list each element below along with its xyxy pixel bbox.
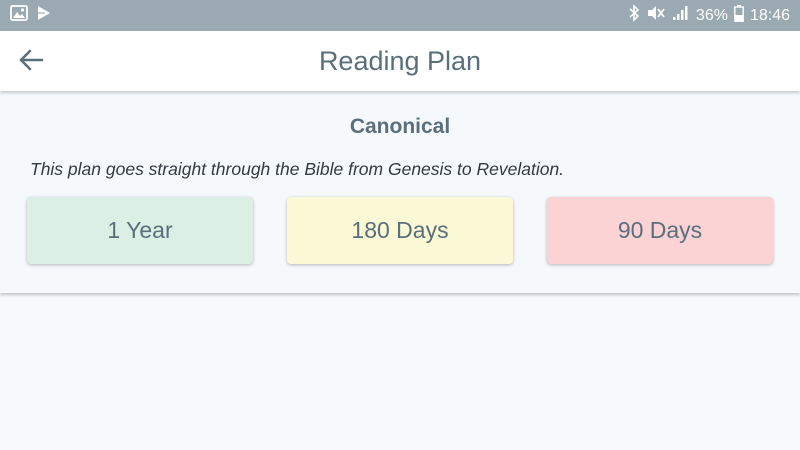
plan-title: Canonical xyxy=(349,115,451,138)
status-time: 18:46 xyxy=(749,6,790,24)
plan-option-90-days[interactable]: 90 Days xyxy=(547,197,773,264)
plan-option-180-days[interactable]: 180 Days xyxy=(287,197,513,264)
plan-description: This plan goes straight through the Bibl… xyxy=(30,159,565,179)
status-right-icons: 36% 18:46 xyxy=(628,4,790,27)
empty-content-area xyxy=(0,296,800,450)
mute-icon xyxy=(646,5,666,26)
image-icon xyxy=(10,5,28,26)
status-left-icons xyxy=(10,5,52,26)
plan-card: Canonical This plan goes straight throug… xyxy=(0,93,800,293)
battery-icon xyxy=(734,4,744,27)
bluetooth-icon xyxy=(628,4,640,27)
page-title: Reading Plan xyxy=(318,46,482,76)
battery-percent: 36% xyxy=(695,6,728,24)
signal-icon xyxy=(672,5,690,26)
status-bar: 36% 18:46 xyxy=(0,0,800,31)
plan-option-1-year[interactable]: 1 Year xyxy=(27,197,253,264)
app-bar: Reading Plan xyxy=(0,31,800,91)
play-store-icon xyxy=(36,5,52,26)
